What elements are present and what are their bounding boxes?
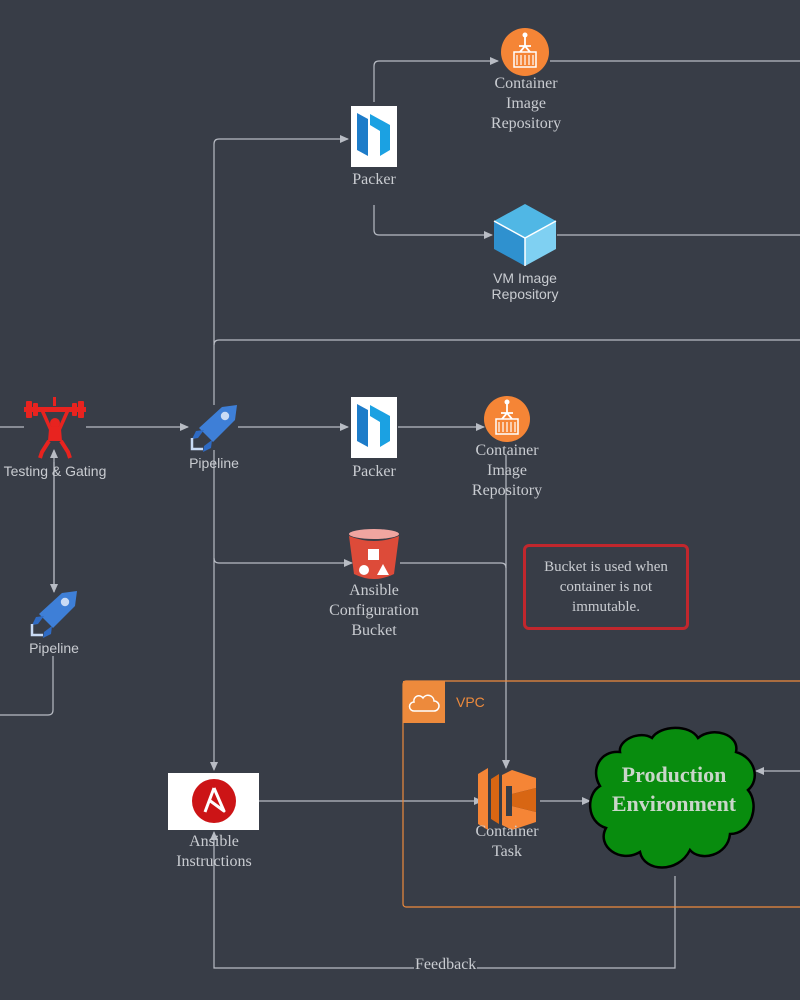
architecture-diagram bbox=[0, 28, 800, 969]
pipeline-icon-lower bbox=[30, 591, 77, 638]
pipeline-lower-label: Pipeline bbox=[29, 640, 79, 656]
packer-mid-label: Packer bbox=[352, 463, 396, 480]
weightlifter-icon bbox=[24, 397, 86, 459]
pipeline-main-label: Pipeline bbox=[189, 455, 239, 471]
packer-icon-mid bbox=[351, 397, 397, 458]
vm-image-cube-icon bbox=[493, 204, 557, 266]
container-repo-mid-label: Container Image Repository bbox=[471, 442, 543, 499]
container-registry-icon-mid bbox=[484, 396, 530, 442]
edge-pipeline-to-packer-top bbox=[213, 135, 349, 405]
bucket-note: Bucket is used when container is not imm… bbox=[523, 544, 689, 630]
container-task-label: Container Task bbox=[475, 823, 539, 860]
ecs-task-icon bbox=[478, 768, 536, 830]
packer-top-label: Packer bbox=[352, 171, 396, 188]
ansible-icon bbox=[168, 773, 259, 830]
edge-packer-to-vm-repo bbox=[373, 205, 493, 239]
ansible-bucket-label: Ansible Configuration Bucket bbox=[329, 582, 419, 639]
vpc-label: VPC bbox=[456, 694, 485, 710]
pipeline-icon-main bbox=[190, 405, 237, 452]
vpc-cloud-icon bbox=[403, 681, 445, 723]
edge-mid-branch-right bbox=[213, 339, 800, 346]
packer-icon-top bbox=[351, 106, 397, 167]
bucket-icon bbox=[349, 529, 399, 579]
vm-image-repo-label: VM Image Repository bbox=[491, 270, 559, 302]
edge-feedback bbox=[210, 831, 676, 969]
container-repo-top-label: Container Image Repository bbox=[490, 75, 562, 132]
container-registry-icon-top bbox=[501, 28, 549, 76]
edge-bucket-to-task bbox=[400, 562, 507, 569]
testing-gating-label: Testing & Gating bbox=[3, 463, 107, 479]
ansible-instructions-label: Ansible Instructions bbox=[176, 833, 252, 870]
edge-pipeline-to-bucket bbox=[213, 557, 353, 567]
feedback-edge-label: Feedback bbox=[414, 956, 478, 974]
edge-lower-pipeline-out bbox=[0, 656, 54, 716]
production-environment-label: Production Environment bbox=[611, 762, 737, 816]
